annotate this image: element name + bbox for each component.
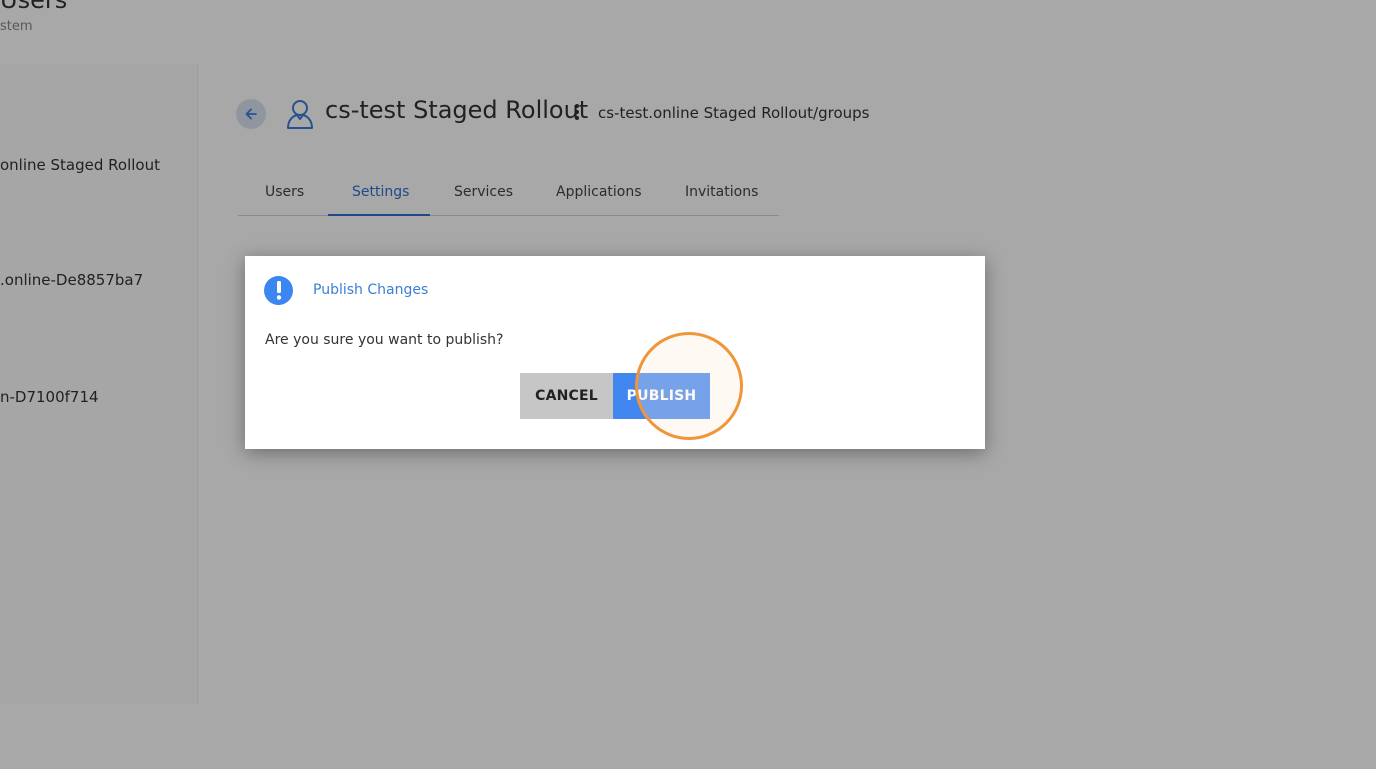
publish-button[interactable]: PUBLISH — [613, 373, 710, 419]
dialog-title: Publish Changes — [313, 282, 429, 298]
exclamation-icon — [264, 276, 293, 305]
cancel-button[interactable]: CANCEL — [520, 373, 613, 419]
dialog-message: Are you sure you want to publish? — [265, 332, 504, 348]
publish-changes-dialog: Publish Changes Are you sure you want to… — [245, 256, 985, 449]
